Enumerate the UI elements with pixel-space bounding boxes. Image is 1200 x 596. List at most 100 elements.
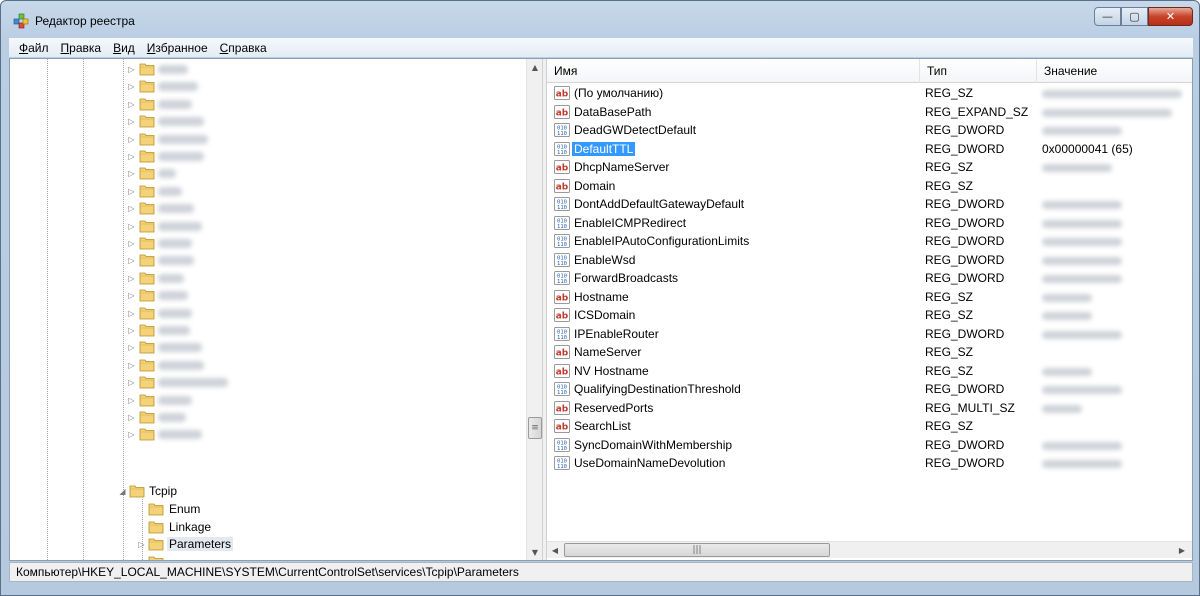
string-value-icon: ab bbox=[554, 363, 570, 378]
tree-item-linkage[interactable]: Linkage bbox=[10, 518, 525, 536]
tree-item-parameters[interactable]: ▷ Parameters bbox=[10, 535, 525, 553]
tree-item[interactable]: ▷ bbox=[10, 304, 525, 322]
tree-item[interactable]: ▷ bbox=[10, 234, 525, 252]
value-row[interactable]: ab NV Hostname REG_SZ bbox=[547, 362, 1192, 380]
menu-view[interactable]: Вид bbox=[107, 41, 141, 55]
value-row[interactable]: 010 110 DontAddDefaultGatewayDefault REG_DW… bbox=[547, 195, 1192, 213]
tree-item[interactable]: ▷ bbox=[10, 408, 525, 426]
value-row[interactable]: ab ReservedPorts REG_MULTI_SZ bbox=[547, 399, 1192, 417]
minimize-button[interactable]: — bbox=[1094, 7, 1121, 26]
value-row[interactable]: 010 110 QualifyingDestinationThreshold REG_… bbox=[547, 380, 1192, 398]
expand-icon[interactable]: ▷ bbox=[127, 152, 136, 161]
expand-icon[interactable]: ▷ bbox=[127, 413, 136, 422]
tree-item[interactable]: ▷ bbox=[10, 130, 525, 148]
expand-icon[interactable]: ▷ bbox=[137, 540, 146, 549]
value-data-blurred bbox=[1042, 386, 1122, 394]
title-bar[interactable]: Редактор реестра — ▢ ✕ bbox=[1, 1, 1199, 37]
list-horizontal-scrollbar[interactable]: ◀ ||| ▶ bbox=[547, 541, 1192, 558]
expand-icon[interactable]: ▷ bbox=[127, 222, 136, 231]
tree-item[interactable]: ▷ bbox=[10, 338, 525, 356]
column-header-type[interactable]: Тип bbox=[920, 59, 1037, 83]
tree-item[interactable]: ▷ bbox=[10, 182, 525, 200]
maximize-button[interactable]: ▢ bbox=[1121, 7, 1148, 26]
value-type: REG_DWORD bbox=[925, 141, 1005, 156]
value-row[interactable]: ab DhcpNameServer REG_SZ bbox=[547, 158, 1192, 176]
value-name: DefaultTTL bbox=[572, 141, 636, 156]
column-header-name[interactable]: Имя bbox=[547, 59, 920, 83]
expand-icon[interactable]: ▷ bbox=[127, 274, 136, 283]
value-row[interactable]: 010 110 SyncDomainWithMembership REG_DWORD bbox=[547, 436, 1192, 454]
tree-item[interactable]: ▷ bbox=[10, 425, 525, 443]
column-header-data[interactable]: Значение bbox=[1037, 59, 1192, 83]
expand-icon[interactable]: ▷ bbox=[127, 343, 136, 352]
expand-icon[interactable]: ▷ bbox=[127, 291, 136, 300]
svg-text:ab: ab bbox=[556, 90, 569, 100]
tree-item[interactable]: ▷ bbox=[10, 60, 525, 78]
scroll-right-icon[interactable]: ▶ bbox=[1174, 542, 1190, 558]
value-row[interactable]: ab SearchList REG_SZ bbox=[547, 417, 1192, 435]
expand-icon[interactable]: ▷ bbox=[127, 100, 136, 109]
value-row[interactable]: ab NameServer REG_SZ bbox=[547, 343, 1192, 361]
expand-icon[interactable]: ▷ bbox=[127, 378, 136, 387]
value-row[interactable]: 010 110 IPEnableRouter REG_DWORD bbox=[547, 325, 1192, 343]
value-row[interactable]: 010 110 EnableICMPRedirect REG_DWORD bbox=[547, 214, 1192, 232]
tree-item-partial[interactable] bbox=[10, 553, 525, 560]
key-tree[interactable]: ▷ ▷ ▷ ▷ ▷ ▷ ▷ ▷ ▷ ▷ ▷ ▷ ▷ ▷ ▷ ▷ ▷ ▷ ▷ ▷ ▷ ▷ ◢ Tcpip Enum Link… bbox=[10, 59, 542, 560]
scroll-down-icon[interactable]: ▼ bbox=[527, 544, 542, 560]
value-row[interactable]: ab (По умолчанию) REG_SZ bbox=[547, 84, 1192, 102]
expand-icon[interactable]: ▷ bbox=[127, 430, 136, 439]
expand-icon[interactable]: ▷ bbox=[127, 65, 136, 74]
value-row[interactable]: 010 110 EnableIPAutoConfigurationLimits REG… bbox=[547, 232, 1192, 250]
value-row[interactable]: 010 110 ForwardBroadcasts REG_DWORD bbox=[547, 269, 1192, 287]
tree-item-tcpip[interactable]: ◢ Tcpip bbox=[10, 482, 525, 500]
tree-item[interactable]: ▷ bbox=[10, 269, 525, 287]
expand-icon[interactable]: ▷ bbox=[127, 239, 136, 248]
tree-item[interactable]: ▷ bbox=[10, 164, 525, 182]
tree-item-enum[interactable]: Enum bbox=[10, 500, 525, 518]
value-row[interactable]: 010 110 EnableWsd REG_DWORD bbox=[547, 251, 1192, 269]
tree-item[interactable]: ▷ bbox=[10, 321, 525, 339]
list-scroll-thumb[interactable]: ||| bbox=[564, 543, 830, 557]
expand-icon[interactable]: ▷ bbox=[127, 326, 136, 335]
tree-vertical-scrollbar[interactable]: ▲ ≡ ▼ bbox=[526, 59, 542, 560]
tree-scroll-thumb[interactable]: ≡ bbox=[528, 417, 542, 439]
expand-icon[interactable]: ▷ bbox=[127, 117, 136, 126]
menu-favorites[interactable]: Избранное bbox=[141, 41, 214, 55]
menu-edit[interactable]: Правка bbox=[55, 41, 108, 55]
value-row[interactable]: ab DataBasePath REG_EXPAND_SZ bbox=[547, 103, 1192, 121]
tree-item[interactable]: ▷ bbox=[10, 391, 525, 409]
value-row[interactable]: 010 110 DeadGWDetectDefault REG_DWORD bbox=[547, 121, 1192, 139]
menu-help[interactable]: Справка bbox=[214, 41, 273, 55]
values-list[interactable]: Имя Тип Значение ab (По умолчанию) REG_SZ a… bbox=[547, 59, 1192, 560]
expand-icon[interactable]: ▷ bbox=[127, 135, 136, 144]
expand-icon[interactable]: ▷ bbox=[127, 169, 136, 178]
tree-item[interactable]: ▷ bbox=[10, 147, 525, 165]
scroll-left-icon[interactable]: ◀ bbox=[547, 542, 563, 558]
value-row[interactable]: ab Domain REG_SZ bbox=[547, 177, 1192, 195]
value-row[interactable]: ab Hostname REG_SZ bbox=[547, 288, 1192, 306]
tree-item[interactable]: ▷ bbox=[10, 217, 525, 235]
expand-icon[interactable]: ▷ bbox=[127, 204, 136, 213]
tree-item[interactable]: ▷ bbox=[10, 356, 525, 374]
value-row[interactable]: ab ICSDomain REG_SZ bbox=[547, 306, 1192, 324]
close-button[interactable]: ✕ bbox=[1148, 7, 1193, 26]
tree-item[interactable]: ▷ bbox=[10, 199, 525, 217]
expand-icon[interactable]: ▷ bbox=[127, 396, 136, 405]
collapse-icon[interactable]: ◢ bbox=[118, 487, 127, 496]
tree-item[interactable]: ▷ bbox=[10, 373, 525, 391]
value-row[interactable]: 010 110 UseDomainNameDevolution REG_DWORD bbox=[547, 454, 1192, 472]
expand-icon[interactable]: ▷ bbox=[127, 361, 136, 370]
expand-icon[interactable]: ▷ bbox=[127, 82, 136, 91]
svg-text:ab: ab bbox=[556, 182, 569, 192]
expand-icon[interactable]: ▷ bbox=[127, 309, 136, 318]
menu-file[interactable]: Файл bbox=[13, 41, 55, 55]
tree-item[interactable]: ▷ bbox=[10, 251, 525, 269]
tree-item[interactable]: ▷ bbox=[10, 77, 525, 95]
tree-item[interactable]: ▷ bbox=[10, 95, 525, 113]
tree-item[interactable]: ▷ bbox=[10, 286, 525, 304]
scroll-up-icon[interactable]: ▲ bbox=[527, 59, 542, 75]
expand-icon[interactable]: ▷ bbox=[127, 256, 136, 265]
tree-item[interactable]: ▷ bbox=[10, 112, 525, 130]
expand-icon[interactable]: ▷ bbox=[127, 187, 136, 196]
value-row[interactable]: 010 110 DefaultTTL REG_DWORD 0x00000041 (65) bbox=[547, 140, 1192, 158]
